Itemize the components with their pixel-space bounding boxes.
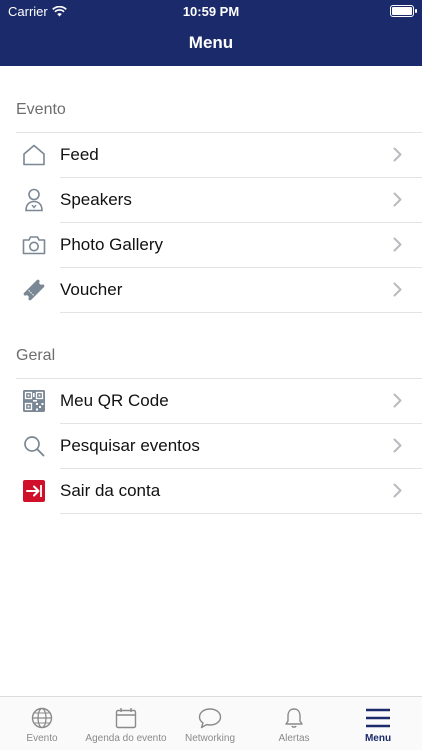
chevron-right-icon — [393, 393, 402, 408]
menu-item-label: Pesquisar eventos — [60, 436, 200, 455]
tab-label: Alertas — [278, 733, 310, 744]
menu-item-photo-gallery[interactable]: Photo Gallery — [0, 223, 422, 267]
tab-label: Evento — [26, 733, 58, 744]
menu-item-label: Photo Gallery — [60, 235, 163, 254]
chevron-right-icon — [393, 192, 402, 207]
menu-item-speakers[interactable]: Speakers — [0, 178, 422, 222]
menu-item-search-events[interactable]: Pesquisar eventos — [0, 424, 422, 468]
logout-icon — [0, 480, 60, 502]
menu-item-label: Voucher — [60, 280, 123, 299]
camera-icon — [0, 235, 60, 255]
status-time: 10:59 PM — [182, 4, 240, 19]
qr-code-icon — [0, 390, 60, 412]
chat-bubble-icon — [198, 708, 222, 729]
chevron-right-icon — [393, 282, 402, 297]
menu-item-logout[interactable]: Sair da conta — [0, 469, 422, 513]
tab-networking[interactable]: Networking — [168, 697, 252, 750]
chevron-right-icon — [393, 483, 402, 498]
menu-item-label: Meu QR Code — [60, 391, 169, 410]
tab-label: Menu — [364, 733, 392, 744]
menu-item-label: Feed — [60, 145, 99, 164]
calendar-icon — [115, 708, 137, 729]
tab-bar: Evento Agenda do evento Networking Alert… — [0, 696, 422, 750]
ticket-icon — [0, 278, 60, 302]
page-title: Menu — [188, 33, 234, 52]
section-title-evento: Evento — [16, 101, 66, 118]
tab-evento[interactable]: Evento — [0, 697, 84, 750]
home-icon — [0, 144, 60, 166]
status-bar: Carrier 10:59 PM — [0, 0, 422, 22]
bell-icon — [285, 708, 303, 728]
chevron-right-icon — [393, 237, 402, 252]
globe-icon — [31, 707, 53, 729]
person-icon — [0, 188, 60, 212]
divider — [60, 513, 422, 514]
tab-agenda[interactable]: Agenda do evento — [84, 697, 168, 750]
menu-item-label: Speakers — [60, 190, 132, 209]
tab-menu[interactable]: Menu — [336, 697, 420, 750]
tab-label: Agenda do evento — [85, 733, 167, 744]
chevron-right-icon — [393, 147, 402, 162]
tab-alertas[interactable]: Alertas — [252, 697, 336, 750]
search-icon — [0, 435, 60, 457]
menu-icon — [366, 708, 390, 728]
nav-header: Carrier 10:59 PM Menu — [0, 0, 422, 66]
battery-icon — [390, 5, 417, 17]
menu-item-qr-code[interactable]: Meu QR Code — [0, 379, 422, 423]
section-title-geral: Geral — [16, 347, 56, 364]
tab-label: Networking — [184, 733, 236, 744]
chevron-right-icon — [393, 438, 402, 453]
menu-item-feed[interactable]: Feed — [0, 133, 422, 177]
divider — [60, 312, 422, 313]
menu-item-label: Sair da conta — [60, 481, 161, 500]
menu-item-voucher[interactable]: Voucher — [0, 268, 422, 312]
